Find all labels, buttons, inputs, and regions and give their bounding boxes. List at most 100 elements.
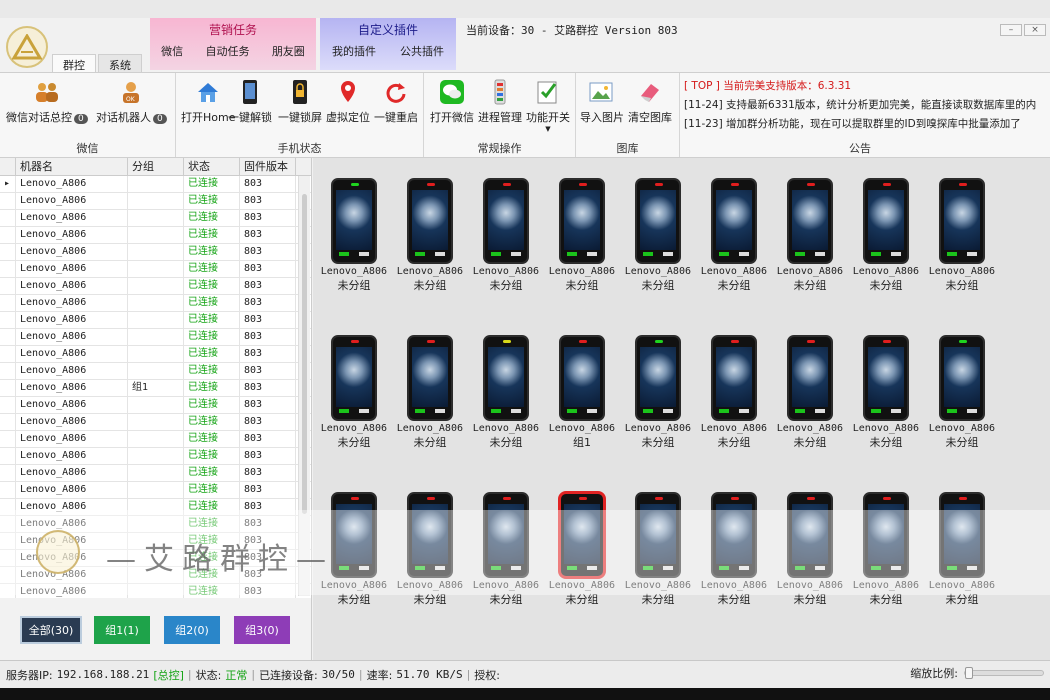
phone-screen-thumbnail[interactable] (331, 335, 377, 421)
table-row[interactable]: Lenovo_A806 已连接 803 (0, 210, 311, 227)
device-tile[interactable]: Lenovo_A806 未分组 (397, 178, 463, 293)
phone-screen-thumbnail[interactable] (559, 335, 605, 421)
restart-button[interactable]: 一键重启 (374, 79, 418, 125)
table-row[interactable]: Lenovo_A806 已连接 803 (0, 295, 311, 312)
phone-screen-thumbnail[interactable] (483, 178, 529, 264)
table-row[interactable]: ▸ Lenovo_A806 已连接 803 (0, 176, 311, 193)
tab-wechat[interactable]: 微信 (161, 43, 183, 59)
tab-public-plugins[interactable]: 公共插件 (400, 43, 444, 59)
device-tile[interactable]: Lenovo_A806 未分组 (625, 492, 691, 607)
table-row[interactable]: Lenovo_A806 已连接 803 (0, 465, 311, 482)
table-row[interactable]: Lenovo_A806 已连接 803 (0, 278, 311, 295)
phone-screen-thumbnail[interactable] (863, 492, 909, 578)
device-tile[interactable]: Lenovo_A806 未分组 (549, 492, 615, 607)
tab-system[interactable]: 系统 (98, 54, 142, 72)
virtual-location-button[interactable]: 虚拟定位 (326, 79, 370, 125)
device-tile[interactable]: Lenovo_A806 未分组 (625, 178, 691, 293)
device-tile[interactable]: Lenovo_A806 未分组 (321, 335, 387, 450)
group-1-button[interactable]: 组1(1) (94, 616, 150, 644)
close-icon[interactable]: × (1024, 24, 1046, 36)
import-images-button[interactable]: 导入图片 (580, 79, 624, 125)
table-row[interactable]: Lenovo_A806 已连接 803 (0, 329, 311, 346)
device-tile[interactable]: Lenovo_A806 未分组 (701, 178, 767, 293)
minimize-icon[interactable]: – (1000, 24, 1022, 36)
phone-screen-thumbnail[interactable] (711, 335, 757, 421)
clear-gallery-button[interactable]: 清空图库 (628, 79, 672, 125)
device-tile[interactable]: Lenovo_A806 未分组 (777, 492, 843, 607)
device-tile[interactable]: Lenovo_A806 未分组 (625, 335, 691, 450)
wechat-dialog-control-button[interactable]: 微信对话总控 0 (6, 79, 88, 125)
table-row[interactable]: Lenovo_A806 已连接 803 (0, 261, 311, 278)
column-header-group[interactable]: 分组 (128, 158, 184, 175)
scrollbar-thumb[interactable] (302, 194, 307, 514)
table-row[interactable]: Lenovo_A806 已连接 803 (0, 567, 311, 584)
phone-screen-thumbnail[interactable] (711, 492, 757, 578)
phone-screen-thumbnail[interactable] (407, 492, 453, 578)
phone-screen-thumbnail[interactable] (635, 178, 681, 264)
device-tile[interactable]: Lenovo_A806 未分组 (777, 335, 843, 450)
table-row[interactable]: Lenovo_A806 已连接 803 (0, 533, 311, 550)
device-tile[interactable]: Lenovo_A806 未分组 (853, 178, 919, 293)
device-tile[interactable]: Lenovo_A806 未分组 (473, 335, 539, 450)
table-row[interactable]: Lenovo_A806 已连接 803 (0, 346, 311, 363)
phone-screen-thumbnail[interactable] (407, 335, 453, 421)
phone-screen-thumbnail[interactable] (787, 335, 833, 421)
phone-screen-thumbnail[interactable] (939, 492, 985, 578)
tab-group-control[interactable]: 群控 (52, 54, 96, 72)
device-tile[interactable]: Lenovo_A806 未分组 (397, 335, 463, 450)
table-row[interactable]: Lenovo_A806 已连接 803 (0, 584, 311, 598)
process-manager-button[interactable]: 进程管理 (478, 79, 522, 125)
open-wechat-button[interactable]: 打开微信 (430, 79, 474, 125)
phone-screen-thumbnail[interactable] (863, 178, 909, 264)
table-row[interactable]: Lenovo_A806 已连接 803 (0, 516, 311, 533)
chat-robot-button[interactable]: OK 对话机器人 0 (96, 79, 167, 125)
device-tile[interactable]: Lenovo_A806 未分组 (397, 492, 463, 607)
device-tile[interactable]: Lenovo_A806 未分组 (473, 492, 539, 607)
device-tile[interactable]: Lenovo_A806 未分组 (929, 335, 995, 450)
unlock-button[interactable]: 一键解锁 (228, 79, 272, 125)
device-tile[interactable]: Lenovo_A806 未分组 (929, 178, 995, 293)
table-row[interactable]: Lenovo_A806 已连接 803 (0, 193, 311, 210)
feature-toggle-button[interactable]: 功能开关 ▼ (526, 79, 570, 133)
phone-screen-thumbnail[interactable] (559, 178, 605, 264)
group-all-button[interactable]: 全部(30) (20, 616, 82, 644)
device-tile[interactable]: Lenovo_A806 未分组 (549, 178, 615, 293)
phone-screen-thumbnail[interactable] (407, 178, 453, 264)
table-row[interactable]: Lenovo_A806 已连接 803 (0, 363, 311, 380)
column-header-name[interactable]: 机器名 (16, 158, 128, 175)
tab-auto-task[interactable]: 自动任务 (205, 43, 249, 59)
tab-my-plugins[interactable]: 我的插件 (332, 43, 376, 59)
table-row[interactable]: Lenovo_A806 已连接 803 (0, 312, 311, 329)
group-2-button[interactable]: 组2(0) (164, 616, 220, 644)
table-row[interactable]: Lenovo_A806 已连接 803 (0, 499, 311, 516)
phone-screen-thumbnail[interactable] (711, 178, 757, 264)
zoom-slider-knob[interactable] (965, 667, 973, 679)
lock-screen-button[interactable]: 一键锁屏 (278, 79, 322, 125)
device-tile[interactable]: Lenovo_A806 未分组 (321, 178, 387, 293)
device-tile[interactable]: Lenovo_A806 未分组 (777, 178, 843, 293)
phone-screen-thumbnail[interactable] (635, 335, 681, 421)
group-3-button[interactable]: 组3(0) (234, 616, 290, 644)
table-row[interactable]: Lenovo_A806 已连接 803 (0, 244, 311, 261)
table-row[interactable]: Lenovo_A806 已连接 803 (0, 482, 311, 499)
table-row[interactable]: Lenovo_A806 已连接 803 (0, 431, 311, 448)
device-tile[interactable]: Lenovo_A806 未分组 (321, 492, 387, 607)
table-row[interactable]: Lenovo_A806 已连接 803 (0, 414, 311, 431)
device-tile[interactable]: Lenovo_A806 未分组 (701, 492, 767, 607)
column-header-firmware[interactable]: 固件版本 (240, 158, 296, 175)
phone-screen-thumbnail[interactable] (559, 492, 605, 578)
table-row[interactable]: Lenovo_A806 已连接 803 (0, 448, 311, 465)
table-row[interactable]: Lenovo_A806 已连接 803 (0, 397, 311, 414)
table-row[interactable]: Lenovo_A806 已连接 803 (0, 227, 311, 244)
device-tile[interactable]: Lenovo_A806 未分组 (853, 492, 919, 607)
device-tile[interactable]: Lenovo_A806 未分组 (701, 335, 767, 450)
table-scrollbar[interactable] (298, 176, 310, 596)
tab-moments[interactable]: 朋友圈 (272, 43, 305, 59)
device-tile[interactable]: Lenovo_A806 组1 (549, 335, 615, 450)
phone-screen-thumbnail[interactable] (787, 492, 833, 578)
phone-screen-thumbnail[interactable] (787, 178, 833, 264)
phone-screen-thumbnail[interactable] (483, 492, 529, 578)
phone-screen-thumbnail[interactable] (635, 492, 681, 578)
device-tile[interactable]: Lenovo_A806 未分组 (853, 335, 919, 450)
device-tile[interactable]: Lenovo_A806 未分组 (473, 178, 539, 293)
